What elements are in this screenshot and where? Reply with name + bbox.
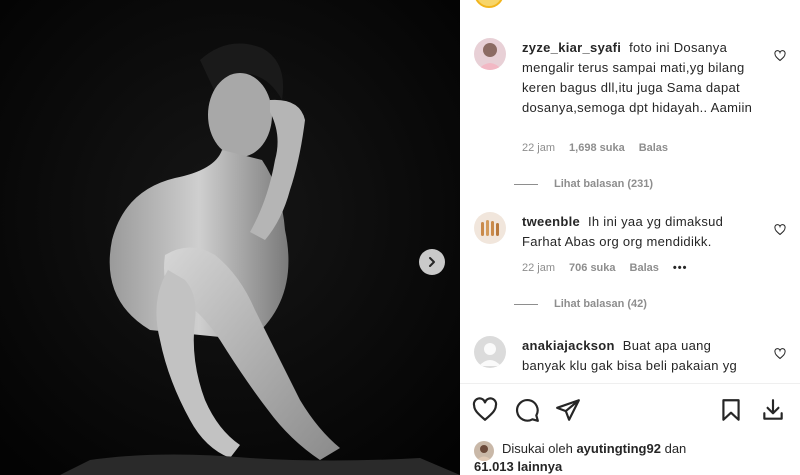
- liked-by: Disukai oleh ayutingting92 dan 61.013 la…: [474, 440, 686, 475]
- like-comment-icon[interactable]: [774, 348, 786, 360]
- comment-meta: 22 jam 1,698 suka Balas: [522, 142, 668, 154]
- comment-likes[interactable]: 1,698 suka: [569, 142, 625, 154]
- view-replies-button[interactable]: Lihat balasan (42): [514, 298, 647, 310]
- liked-by-count-row: 61.013 lainnya: [474, 458, 686, 475]
- like-comment-icon[interactable]: [774, 50, 786, 62]
- comment-username[interactable]: tweenble: [522, 214, 580, 229]
- reply-button[interactable]: Balas: [630, 262, 659, 274]
- avatar[interactable]: [474, 38, 506, 70]
- share-icon[interactable]: [555, 397, 581, 423]
- avatar[interactable]: [474, 336, 506, 368]
- chevron-right-icon: [429, 257, 435, 267]
- portrait-image: [0, 0, 460, 475]
- comment-icon[interactable]: [514, 397, 540, 423]
- download-icon[interactable]: [760, 397, 786, 423]
- view-replies-button[interactable]: Lihat balasan (231): [514, 178, 653, 190]
- liked-by-user[interactable]: ayutingting92: [576, 441, 661, 456]
- post-photo[interactable]: [0, 0, 460, 475]
- comment-item: zyze_kiar_syafi foto ini Dosanya mengali…: [474, 38, 786, 198]
- liked-by-avatar[interactable]: [474, 441, 494, 461]
- liked-by-count[interactable]: 61.013 lainnya: [474, 459, 562, 474]
- more-options-icon[interactable]: •••: [673, 262, 688, 274]
- avatar[interactable]: [474, 212, 506, 244]
- action-bar: Disukai oleh ayutingting92 dan 61.013 la…: [460, 383, 800, 475]
- view-replies-label: Lihat balasan (42): [554, 298, 647, 310]
- next-photo-button[interactable]: [419, 249, 445, 275]
- comment-time[interactable]: 22 jam: [522, 262, 555, 274]
- divider: [514, 303, 538, 305]
- avatar-image: [474, 212, 506, 244]
- like-comment-icon[interactable]: [774, 224, 786, 236]
- avatar-image: [474, 38, 506, 70]
- heart-icon[interactable]: [472, 397, 498, 423]
- divider: [514, 183, 538, 185]
- post-side-panel: zyze_kiar_syafi foto ini Dosanya mengali…: [460, 0, 800, 475]
- comment-username[interactable]: anakiajackson: [522, 338, 615, 353]
- author-avatar[interactable]: [474, 0, 504, 8]
- comment-item: tweenble Ih ini yaa yg dimaksud Farhat A…: [474, 212, 786, 292]
- bookmark-icon[interactable]: [718, 397, 744, 423]
- comment-time[interactable]: 22 jam: [522, 142, 555, 154]
- comment-likes[interactable]: 706 suka: [569, 262, 615, 274]
- avatar-image: [474, 441, 494, 461]
- liked-by-prefix: Disukai oleh: [502, 441, 573, 456]
- comment-meta: 22 jam 706 suka Balas •••: [522, 262, 687, 274]
- comment-username[interactable]: zyze_kiar_syafi: [522, 40, 621, 55]
- comment-item: anakiajackson Buat apa uang banyak klu g…: [474, 336, 786, 380]
- liked-by-middle: dan: [664, 441, 687, 456]
- default-avatar-icon: [474, 336, 506, 368]
- reply-button[interactable]: Balas: [639, 142, 668, 154]
- view-replies-label: Lihat balasan (231): [554, 178, 654, 190]
